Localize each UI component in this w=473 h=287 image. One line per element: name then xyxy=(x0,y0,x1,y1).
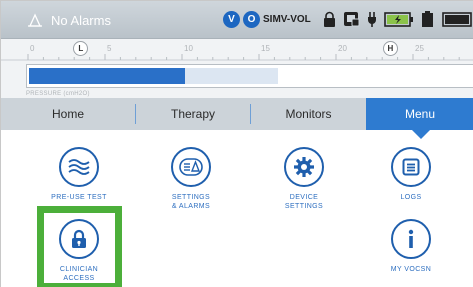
scale-tick-label: 25 xyxy=(415,44,424,53)
device-settings-label: DEVICE SETTINGS xyxy=(284,194,324,210)
pressure-bar xyxy=(26,64,473,88)
pressure-gauge: 051015202530 L H PRESSURE (cmH2O) xyxy=(1,39,473,98)
main-tabs: Home Therapy Monitors Menu xyxy=(1,98,473,130)
ventilator-screen: No Alarms V O SIMV-VOL 0 5 10 15 20 25 L… xyxy=(0,0,473,287)
scale-tick-label: 15 xyxy=(261,44,270,53)
tab-monitors[interactable]: Monitors xyxy=(251,98,366,130)
internal-battery-icon xyxy=(422,11,433,27)
v-badge: V xyxy=(223,11,240,28)
settings-alarms-icon xyxy=(171,147,211,187)
logs-label: LOGS xyxy=(400,194,422,201)
active-tab-pointer xyxy=(412,130,430,139)
tab-home[interactable]: Home xyxy=(1,98,135,130)
scale-tick-label: 20 xyxy=(338,44,347,53)
ac-power-icon xyxy=(368,12,376,27)
battery-charging-icon xyxy=(384,12,413,27)
lock-icon xyxy=(324,11,335,27)
logs-icon xyxy=(391,147,431,187)
pressure-axis-label: PRESSURE (cmH2O) xyxy=(26,91,90,97)
my-vocsn-button[interactable]: MY VOCSN xyxy=(361,219,461,274)
scale-tick-label: 0 xyxy=(30,44,35,53)
pressure-scale xyxy=(1,54,473,61)
current-pressure-fill xyxy=(29,68,185,84)
pre-use-test-label: PRE-USE TEST xyxy=(51,194,107,201)
alarm-status[interactable]: No Alarms xyxy=(51,13,111,28)
scale-tick-label: 5 xyxy=(107,44,112,53)
info-icon xyxy=(391,219,431,259)
status-bar: No Alarms V O SIMV-VOL xyxy=(1,1,473,39)
scale-tick-label: 10 xyxy=(184,44,193,53)
tab-menu[interactable]: Menu xyxy=(366,98,473,130)
airflow-icon xyxy=(59,147,99,187)
logs-button[interactable]: LOGS xyxy=(361,147,461,202)
o-badge: O xyxy=(243,11,260,28)
clinician-access-highlight xyxy=(37,206,122,287)
my-vocsn-label: MY VOCSN xyxy=(390,266,432,273)
tab-therapy[interactable]: Therapy xyxy=(136,98,250,130)
external-battery-icon xyxy=(442,12,472,27)
device-settings-button[interactable]: DEVICE SETTINGS xyxy=(254,147,354,211)
gear-icon xyxy=(284,147,324,187)
bell-icon xyxy=(28,13,42,27)
high-pressure-marker: H xyxy=(382,41,398,56)
pre-use-test-button[interactable]: PRE-USE TEST xyxy=(29,147,129,202)
settings-alarms-label: SETTINGS & ALARMS xyxy=(171,194,211,210)
ventilation-mode: SIMV-VOL xyxy=(263,14,311,25)
settings-alarms-button[interactable]: SETTINGS & ALARMS xyxy=(141,147,241,211)
screen-lock-icon xyxy=(344,12,360,27)
